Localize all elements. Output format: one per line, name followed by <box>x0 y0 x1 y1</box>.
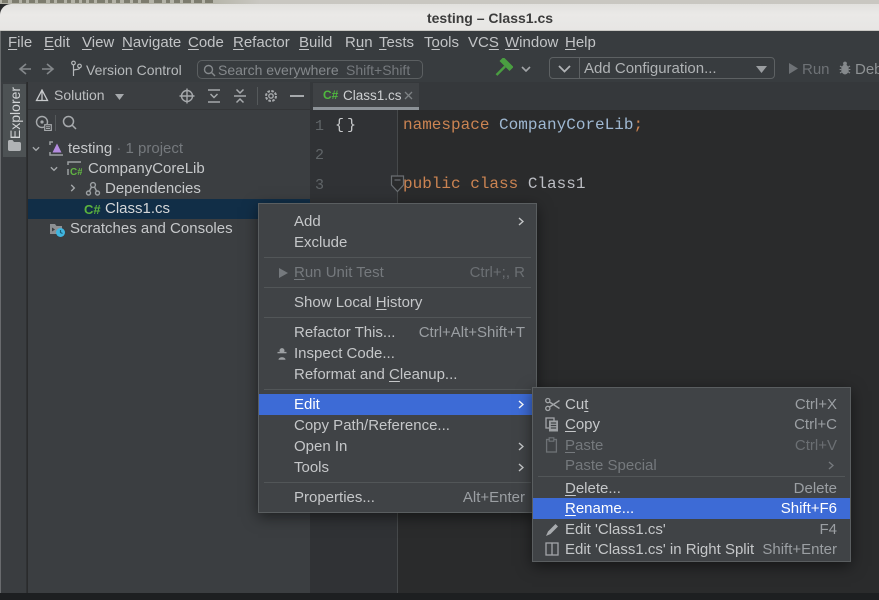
svg-text:C#: C# <box>70 167 82 176</box>
